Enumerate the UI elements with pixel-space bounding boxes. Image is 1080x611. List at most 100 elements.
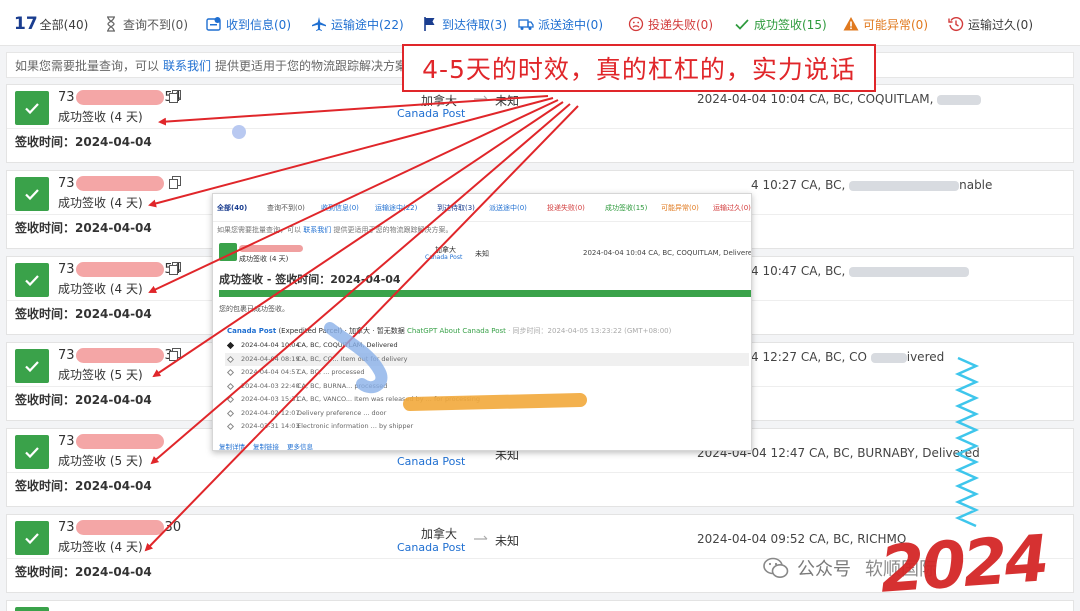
tab-out-for-delivery[interactable]: 派送途中(0) [518,14,603,34]
tab-label: 运输途中(22) [331,17,404,32]
tab-label: 派送途中(0) [538,17,603,32]
tab-label: 到达待取(3) [442,17,507,32]
card-divider [7,128,1073,129]
signed-date: 签收时间：2024-04-04 [15,221,152,235]
tracking-number[interactable]: 73 30 [58,520,181,535]
inset-latest-event: 2024-04-04 10:04 CA, BC, COQUITLAM, Deli… [583,249,752,257]
delivered-check-icon [15,607,49,611]
event-row: 2024-03-31 14:03Electronic information .… [225,420,749,434]
inset-footer-links: 复制详情 复制链接 更多信息 [219,443,313,451]
wechat-icon [763,557,789,578]
tab-all[interactable]: 17 全部(40) [14,14,88,34]
delivered-check-icon [15,91,49,125]
inset-heading: 成功签收 - 签收时间：2024-04-04 [219,273,401,286]
card-divider [7,472,1073,473]
copy-icon[interactable] [169,176,181,189]
delivered-check-icon [15,263,49,297]
tracking-number[interactable]: 7354 [58,90,181,105]
latest-event: 2024-04-04 10:04 CA, BC, COQUITLAM, [697,92,982,106]
sad-face-icon [628,16,644,32]
latest-event: 4 10:47 CA, BC, [751,264,970,278]
notice-text: 如果您需要批量查询，可以 [15,58,160,73]
tab-delivery-failed[interactable]: 投递失败(0) [628,14,713,34]
event-row: 2024-04-03 22:40CA, BC, BURNA... process… [225,380,749,394]
tab-label: 成功签收(15) [754,17,827,32]
latest-event: 4 10:27 CA, BC, nable [751,178,993,192]
redacted-text [937,94,982,105]
delivered-check-icon [15,177,49,211]
inset-tab: 查询不到(0) [267,204,305,212]
contact-us-link[interactable]: 联系我们 [163,57,211,74]
inset-status: 成功签收 (4 天) [239,255,289,263]
delivery-status: 成功签收 (5 天) [58,454,143,468]
latest-event: 4 12:27 CA, BC, CO ivered [751,350,945,364]
tracking-number[interactable]: 73 [58,434,165,449]
inset-check-icon [219,243,237,261]
signed-date: 签收时间：2024-04-04 [15,393,152,407]
event-row: 2024-04-04 10:04CA, BC, COQUITLAM, Deliv… [225,339,749,353]
tracking-number[interactable]: 73 [58,176,165,191]
delivery-status: 成功签收 (4 天) [58,540,143,554]
shipment-card[interactable]: 7354 成功签收 (4 天) 加拿大 Canada Post 未知 2024-… [6,84,1074,163]
inset-tab: 派送途中(0) [489,204,527,212]
destination-country: 未知 [495,534,520,548]
copy-icon[interactable] [169,348,181,361]
logo-17-icon: 17 [14,14,38,34]
inset-tab: 收到信息(0) [321,204,359,212]
delivery-status: 成功签收 (5 天) [58,368,143,382]
carrier-link[interactable]: Canada Post [397,541,465,554]
inset-carrier: Canada Post [425,254,463,261]
inset-tab: 运输过久(0) [713,204,751,212]
signed-date: 签收时间：2024-04-04 [15,565,152,579]
tab-label: 收到信息(0) [226,17,291,32]
hourglass-icon [103,16,119,32]
tracking-number[interactable]: 73 3 [58,348,173,363]
tab-transit-too-long[interactable]: 运输过久(0) [948,14,1033,34]
origin-country: 加拿大 [421,527,458,541]
clock-history-icon [948,16,964,32]
event-row: 2024-04-04 08:19CA, BC, CO... Item out f… [225,352,749,366]
inset-tracking-number [239,244,303,252]
signed-date: 签收时间：2024-04-04 [15,135,152,149]
inset-tab: 投递失败(0) [547,204,585,212]
checkmark-icon [734,16,750,32]
tab-label: 投递失败(0) [648,17,713,32]
redacted-number [75,348,164,363]
latest-event: 2024-04-04 09:52 CA, BC, RICHMO [697,532,907,546]
redacted-number [75,90,164,105]
tab-delivered[interactable]: 成功签收(15) [734,14,827,34]
inset-destination: 未知 [475,250,489,258]
signed-date: 签收时间：2024-04-04 [15,307,152,321]
delivery-status: 成功签收 (4 天) [58,110,143,124]
tab-label: 运输过久(0) [968,17,1033,32]
tab-exception[interactable]: 可能异常(0) [843,14,928,34]
route-arrow-icon [474,535,488,540]
tab-info-received[interactable]: 收到信息(0) [206,14,291,34]
inset-notice: 如果您需要批量查询，可以 联系我们 提供更适用于您的物流跟踪解决方案。 [217,226,453,234]
inset-tab: 成功签收(15) [605,204,648,212]
copy-icon[interactable] [169,90,181,103]
tab-not-found[interactable]: 查询不到(0) [103,14,188,34]
copy-icon[interactable] [169,262,181,275]
tab-arrived-pickup[interactable]: 到达待取(3) [422,14,507,34]
watermark-label: 公众号 [797,559,851,580]
tab-in-transit[interactable]: 运输途中(22) [311,14,404,34]
redacted-text [849,180,960,191]
carrier-link[interactable]: Canada Post [397,107,465,120]
redacted-text [849,266,970,277]
carrier-link[interactable]: Canada Post [397,455,465,468]
truck-icon [518,16,534,32]
inset-tabs: 全部(40) 查询不到(0) 收到信息(0) 运输途中(22) 到达待取(3) … [213,194,751,222]
tab-label: 全部(40) [39,17,89,32]
redacted-text [870,352,907,363]
inset-event-list: 2024-04-04 10:04CA, BC, COQUITLAM, Deliv… [225,339,749,434]
redacted-number [75,520,164,535]
tracking-number[interactable]: 7354 [58,262,181,277]
tracking-detail-screenshot: 全部(40) 查询不到(0) 收到信息(0) 运输途中(22) 到达待取(3) … [212,193,752,451]
event-row: 2024-04-02 12:07Delivery preference ... … [225,407,749,421]
status-filter-tabs: 17 全部(40) 查询不到(0) 收到信息(0) 运输途中(22) 到达待取(… [0,0,1080,46]
route-arrow-icon [474,95,488,100]
redacted-number [75,434,164,449]
event-row: 2024-04-03 15:31CA, BC, VANCO... Item wa… [225,393,749,407]
inset-message: 您的包裹已成功签收。 [219,305,289,313]
